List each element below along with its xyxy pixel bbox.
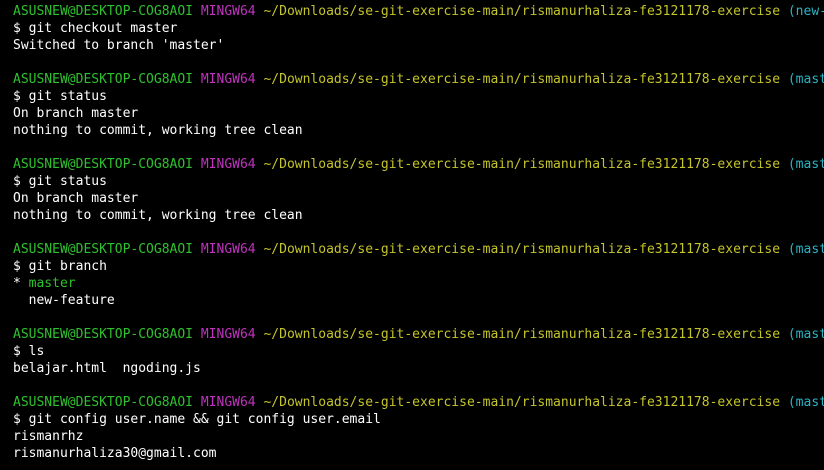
prompt-path: ~/Downloads/se-git-exercise-main/rismanu… [263,242,781,257]
prompt-shell: MINGW64 [200,157,256,172]
prompt-shell: MINGW64 [200,4,256,19]
prompt-path: ~/Downloads/se-git-exercise-main/rismanu… [263,72,781,87]
prompt-line: ASUSNEW@DESKTOP-COG8AOI MINGW64 ~/Downlo… [13,3,824,20]
branch-current-line: * master [13,275,824,292]
branch-line: new-feature [13,293,115,308]
prompt-line: ASUSNEW@DESKTOP-COG8AOI MINGW64 ~/Downlo… [13,394,824,411]
output-line: nothing to commit, working tree clean [13,208,303,223]
prompt-branch: (master) [787,327,824,342]
command-line: $ git status [13,89,107,104]
terminal-window[interactable]: ASUSNEW@DESKTOP-COG8AOI MINGW64 ~/Downlo… [0,0,824,470]
prompt-branch: (master) [787,395,824,410]
prompt-user-host: ASUSNEW@DESKTOP-COG8AOI [13,327,194,342]
output-line: On branch master [13,106,139,121]
output-line: nothing to commit, working tree clean [13,123,303,138]
prompt-branch: (master) [787,157,824,172]
command-line: $ git status [13,174,107,189]
prompt-branch: (master) [787,72,824,87]
prompt-path: ~/Downloads/se-git-exercise-main/rismanu… [263,327,781,342]
current-branch-marker: * [13,276,29,291]
prompt-shell: MINGW64 [200,242,256,257]
output-line: rismanrhz [13,429,84,444]
command-line: $ git config user.name && git config use… [13,412,381,427]
prompt-branch: (new-feature) [787,4,824,19]
output-line: Switched to branch 'master' [13,38,225,53]
command-line: $ ls [13,344,45,359]
prompt-path: ~/Downloads/se-git-exercise-main/rismanu… [263,157,781,172]
current-branch-name: master [28,276,76,291]
prompt-user-host: ASUSNEW@DESKTOP-COG8AOI [13,395,194,410]
output-line: rismanurhaliza30@gmail.com [13,446,217,461]
prompt-line: ASUSNEW@DESKTOP-COG8AOI MINGW64 ~/Downlo… [13,241,824,258]
prompt-shell: MINGW64 [200,72,256,87]
prompt-line: ASUSNEW@DESKTOP-COG8AOI MINGW64 ~/Downlo… [13,71,824,88]
prompt-user-host: ASUSNEW@DESKTOP-COG8AOI [13,72,194,87]
prompt-user-host: ASUSNEW@DESKTOP-COG8AOI [13,157,194,172]
prompt-shell: MINGW64 [200,395,256,410]
prompt-line: ASUSNEW@DESKTOP-COG8AOI MINGW64 ~/Downlo… [13,326,824,343]
prompt-line: ASUSNEW@DESKTOP-COG8AOI MINGW64 ~/Downlo… [13,156,824,173]
output-line: belajar.html ngoding.js [13,361,201,376]
prompt-user-host: ASUSNEW@DESKTOP-COG8AOI [13,242,194,257]
prompt-path: ~/Downloads/se-git-exercise-main/rismanu… [263,395,781,410]
prompt-branch: (master) [787,242,824,257]
output-line: On branch master [13,191,139,206]
prompt-user-host: ASUSNEW@DESKTOP-COG8AOI [13,4,194,19]
prompt-shell: MINGW64 [200,327,256,342]
command-line: $ git branch [13,259,107,274]
command-line: $ git checkout master [13,21,178,36]
prompt-path: ~/Downloads/se-git-exercise-main/rismanu… [263,4,781,19]
